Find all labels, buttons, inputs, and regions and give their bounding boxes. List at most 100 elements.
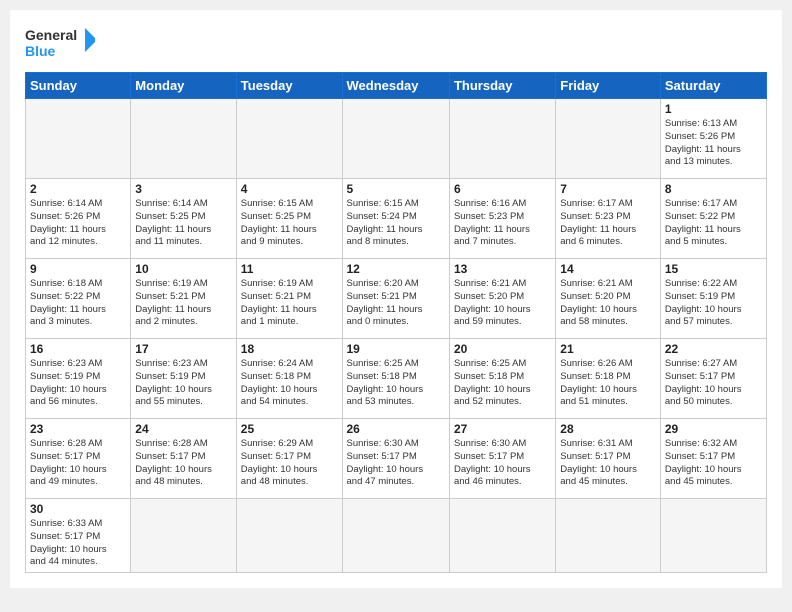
day-number: 8 [665, 182, 762, 196]
calendar-cell [342, 499, 449, 573]
day-number: 9 [30, 262, 126, 276]
day-info: Sunrise: 6:21 AM Sunset: 5:20 PM Dayligh… [560, 278, 656, 329]
day-info: Sunrise: 6:24 AM Sunset: 5:18 PM Dayligh… [241, 358, 338, 409]
day-number: 26 [347, 422, 445, 436]
day-number: 21 [560, 342, 656, 356]
day-info: Sunrise: 6:14 AM Sunset: 5:25 PM Dayligh… [135, 198, 231, 249]
calendar-cell [449, 499, 555, 573]
calendar-cell: 13Sunrise: 6:21 AM Sunset: 5:20 PM Dayli… [449, 259, 555, 339]
calendar-cell: 22 Sunrise: 6:27 AM Sunset: 5:17 PM Dayli… [660, 339, 766, 419]
calendar-cell: 1 Sunrise: 6:13 AM Sunset: 5:26 PM Daylig… [660, 99, 766, 179]
day-info: Sunrise: 6:30 AM Sunset: 5:17 PM Dayligh… [454, 438, 551, 489]
day-number: 23 [30, 422, 126, 436]
day-info: Sunrise: 6:17 AM Sunset: 5:22 PM Dayligh… [665, 198, 762, 249]
calendar-cell: 4 Sunrise: 6:15 AM Sunset: 5:25 PM Daylig… [236, 179, 342, 259]
calendar-cell: 26 Sunrise: 6:30 AM Sunset: 5:17 PM Dayli… [342, 419, 449, 499]
calendar-cell [131, 499, 236, 573]
day-number: 4 [241, 182, 338, 196]
calendar-cell: 19 Sunrise: 6:25 AM Sunset: 5:18 PM Dayli… [342, 339, 449, 419]
day-info: Sunrise: 6:14 AM Sunset: 5:26 PM Dayligh… [30, 198, 126, 249]
day-info: Sunrise: 6:31 AM Sunset: 5:17 PM Dayligh… [560, 438, 656, 489]
day-number: 16 [30, 342, 126, 356]
day-info: Sunrise: 6:15 AM Sunset: 5:24 PM Dayligh… [347, 198, 445, 249]
svg-text:General: General [25, 27, 77, 43]
day-info: Sunrise: 6:29 AM Sunset: 5:17 PM Dayligh… [241, 438, 338, 489]
svg-text:Blue: Blue [25, 43, 56, 59]
calendar-header-sunday: Sunday [26, 73, 131, 99]
day-number: 22 [665, 342, 762, 356]
calendar-cell: 21 Sunrise: 6:26 AM Sunset: 5:18 PM Dayli… [556, 339, 661, 419]
day-number: 25 [241, 422, 338, 436]
calendar-header-thursday: Thursday [449, 73, 555, 99]
day-number: 19 [347, 342, 445, 356]
day-number: 15 [665, 262, 762, 276]
day-info: Sunrise: 6:27 AM Sunset: 5:17 PM Dayligh… [665, 358, 762, 409]
calendar-cell: 6Sunrise: 6:16 AM Sunset: 5:23 PM Daylig… [449, 179, 555, 259]
logo: General Blue [25, 20, 95, 64]
calendar-header-monday: Monday [131, 73, 236, 99]
calendar-header-friday: Friday [556, 73, 661, 99]
generalblue-logo: General Blue [25, 20, 95, 64]
day-number: 12 [347, 262, 445, 276]
calendar-cell: 14 Sunrise: 6:21 AM Sunset: 5:20 PM Dayli… [556, 259, 661, 339]
calendar-cell: 12Sunrise: 6:20 AM Sunset: 5:21 PM Dayli… [342, 259, 449, 339]
calendar-cell: 23 Sunrise: 6:28 AM Sunset: 5:17 PM Dayli… [26, 419, 131, 499]
calendar-cell: 30Sunrise: 6:33 AM Sunset: 5:17 PM Dayli… [26, 499, 131, 573]
calendar-cell: 24 Sunrise: 6:28 AM Sunset: 5:17 PM Dayli… [131, 419, 236, 499]
day-number: 6 [454, 182, 551, 196]
day-number: 2 [30, 182, 126, 196]
day-number: 28 [560, 422, 656, 436]
day-number: 18 [241, 342, 338, 356]
calendar-cell: 7Sunrise: 6:17 AM Sunset: 5:23 PM Daylig… [556, 179, 661, 259]
day-info: Sunrise: 6:28 AM Sunset: 5:17 PM Dayligh… [135, 438, 231, 489]
day-info: Sunrise: 6:23 AM Sunset: 5:19 PM Dayligh… [135, 358, 231, 409]
day-info: Sunrise: 6:23 AM Sunset: 5:19 PM Dayligh… [30, 358, 126, 409]
calendar-cell [131, 99, 236, 179]
calendar-cell: 5 Sunrise: 6:15 AM Sunset: 5:24 PM Daylig… [342, 179, 449, 259]
calendar-cell [556, 499, 661, 573]
day-number: 13 [454, 262, 551, 276]
calendar-cell [236, 99, 342, 179]
calendar-cell: 27Sunrise: 6:30 AM Sunset: 5:17 PM Dayli… [449, 419, 555, 499]
calendar-header-row: SundayMondayTuesdayWednesdayThursdayFrid… [26, 73, 767, 99]
calendar-header-tuesday: Tuesday [236, 73, 342, 99]
day-number: 24 [135, 422, 231, 436]
calendar-cell [449, 99, 555, 179]
calendar-cell [556, 99, 661, 179]
day-info: Sunrise: 6:25 AM Sunset: 5:18 PM Dayligh… [454, 358, 551, 409]
day-number: 14 [560, 262, 656, 276]
day-number: 30 [30, 502, 126, 516]
day-info: Sunrise: 6:26 AM Sunset: 5:18 PM Dayligh… [560, 358, 656, 409]
calendar-cell: 15 Sunrise: 6:22 AM Sunset: 5:19 PM Dayli… [660, 259, 766, 339]
calendar-header-wednesday: Wednesday [342, 73, 449, 99]
calendar-header-saturday: Saturday [660, 73, 766, 99]
day-number: 10 [135, 262, 231, 276]
calendar-cell: 29Sunrise: 6:32 AM Sunset: 5:17 PM Dayli… [660, 419, 766, 499]
calendar-cell: 2 Sunrise: 6:14 AM Sunset: 5:26 PM Daylig… [26, 179, 131, 259]
day-info: Sunrise: 6:30 AM Sunset: 5:17 PM Dayligh… [347, 438, 445, 489]
day-info: Sunrise: 6:25 AM Sunset: 5:18 PM Dayligh… [347, 358, 445, 409]
day-number: 1 [665, 102, 762, 116]
calendar-table: SundayMondayTuesdayWednesdayThursdayFrid… [25, 72, 767, 573]
calendar-cell: 25 Sunrise: 6:29 AM Sunset: 5:17 PM Dayli… [236, 419, 342, 499]
calendar-cell: 9Sunrise: 6:18 AM Sunset: 5:22 PM Daylig… [26, 259, 131, 339]
calendar-cell: 8 Sunrise: 6:17 AM Sunset: 5:22 PM Daylig… [660, 179, 766, 259]
calendar-cell: 16 Sunrise: 6:23 AM Sunset: 5:19 PM Dayli… [26, 339, 131, 419]
calendar-cell: 20 Sunrise: 6:25 AM Sunset: 5:18 PM Dayli… [449, 339, 555, 419]
day-number: 7 [560, 182, 656, 196]
day-info: Sunrise: 6:22 AM Sunset: 5:19 PM Dayligh… [665, 278, 762, 329]
calendar-cell [236, 499, 342, 573]
day-number: 20 [454, 342, 551, 356]
calendar-cell [26, 99, 131, 179]
day-info: Sunrise: 6:15 AM Sunset: 5:25 PM Dayligh… [241, 198, 338, 249]
day-number: 5 [347, 182, 445, 196]
day-number: 29 [665, 422, 762, 436]
day-info: Sunrise: 6:13 AM Sunset: 5:26 PM Dayligh… [665, 118, 762, 169]
day-number: 11 [241, 262, 338, 276]
calendar-cell [342, 99, 449, 179]
calendar-cell [660, 499, 766, 573]
day-info: Sunrise: 6:28 AM Sunset: 5:17 PM Dayligh… [30, 438, 126, 489]
calendar-cell: 17Sunrise: 6:23 AM Sunset: 5:19 PM Dayli… [131, 339, 236, 419]
calendar-cell: 3Sunrise: 6:14 AM Sunset: 5:25 PM Daylig… [131, 179, 236, 259]
calendar-cell: 11Sunrise: 6:19 AM Sunset: 5:21 PM Dayli… [236, 259, 342, 339]
